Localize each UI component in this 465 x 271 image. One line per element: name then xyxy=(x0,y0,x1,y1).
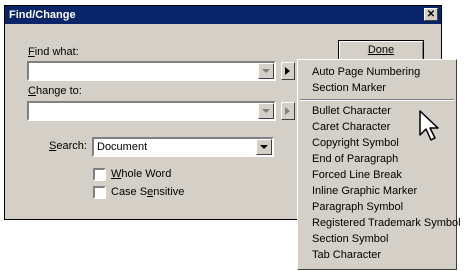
menu-item-bullet-character[interactable]: Bullet Character xyxy=(312,103,391,119)
search-scope-value: Document xyxy=(97,141,148,153)
search-scope-dropdown[interactable] xyxy=(256,139,272,155)
find-what-field[interactable] xyxy=(27,61,276,81)
menu-item-caret-character[interactable]: Caret Character xyxy=(312,119,390,135)
case-sensitive-checkbox[interactable] xyxy=(93,186,106,199)
search-scope-select[interactable]: Document xyxy=(92,137,274,157)
special-characters-menu: Auto Page Numbering Section Marker Bulle… xyxy=(297,59,461,270)
change-to-dropdown[interactable] xyxy=(258,103,274,119)
triangle-right-icon xyxy=(285,107,290,115)
chevron-down-icon xyxy=(260,145,268,149)
find-special-char-button[interactable] xyxy=(281,62,295,80)
menu-item-section-symbol[interactable]: Section Symbol xyxy=(312,231,388,247)
done-button[interactable]: Done xyxy=(338,40,424,61)
change-to-field[interactable] xyxy=(27,101,276,121)
whole-word-label[interactable]: Whole Word xyxy=(111,168,171,180)
chevron-down-icon xyxy=(262,109,270,113)
case-sensitive-label[interactable]: Case Sensitive xyxy=(111,186,184,198)
menu-item-tab-character[interactable]: Tab Character xyxy=(312,247,381,263)
change-special-char-button[interactable] xyxy=(281,102,295,120)
menu-separator xyxy=(300,99,454,101)
close-icon: ✕ xyxy=(426,9,436,20)
menu-item-inline-graphic-marker[interactable]: Inline Graphic Marker xyxy=(312,183,417,199)
arrow-cursor-icon xyxy=(419,110,439,141)
whole-word-checkbox[interactable] xyxy=(93,168,106,181)
menu-item-copyright-symbol[interactable]: Copyright Symbol xyxy=(312,135,399,151)
search-label: Search: xyxy=(49,140,87,152)
menu-item-end-of-paragraph[interactable]: End of Paragraph xyxy=(312,151,398,167)
menu-item-auto-page-numbering[interactable]: Auto Page Numbering xyxy=(312,64,420,80)
close-button[interactable]: ✕ xyxy=(424,8,438,21)
find-what-label: Find what: xyxy=(28,46,79,58)
title-bar: Find/Change ✕ xyxy=(5,6,441,24)
menu-item-section-marker[interactable]: Section Marker xyxy=(312,80,386,96)
change-to-label: Change to: xyxy=(28,85,82,97)
triangle-right-icon xyxy=(285,67,290,75)
find-what-dropdown[interactable] xyxy=(258,63,274,79)
dialog-title: Find/Change xyxy=(9,9,76,21)
chevron-down-icon xyxy=(262,69,270,73)
menu-item-registered-trademark-symbol[interactable]: Registered Trademark Symbol xyxy=(312,215,461,231)
menu-item-paragraph-symbol[interactable]: Paragraph Symbol xyxy=(312,199,403,215)
menu-item-forced-line-break[interactable]: Forced Line Break xyxy=(312,167,402,183)
